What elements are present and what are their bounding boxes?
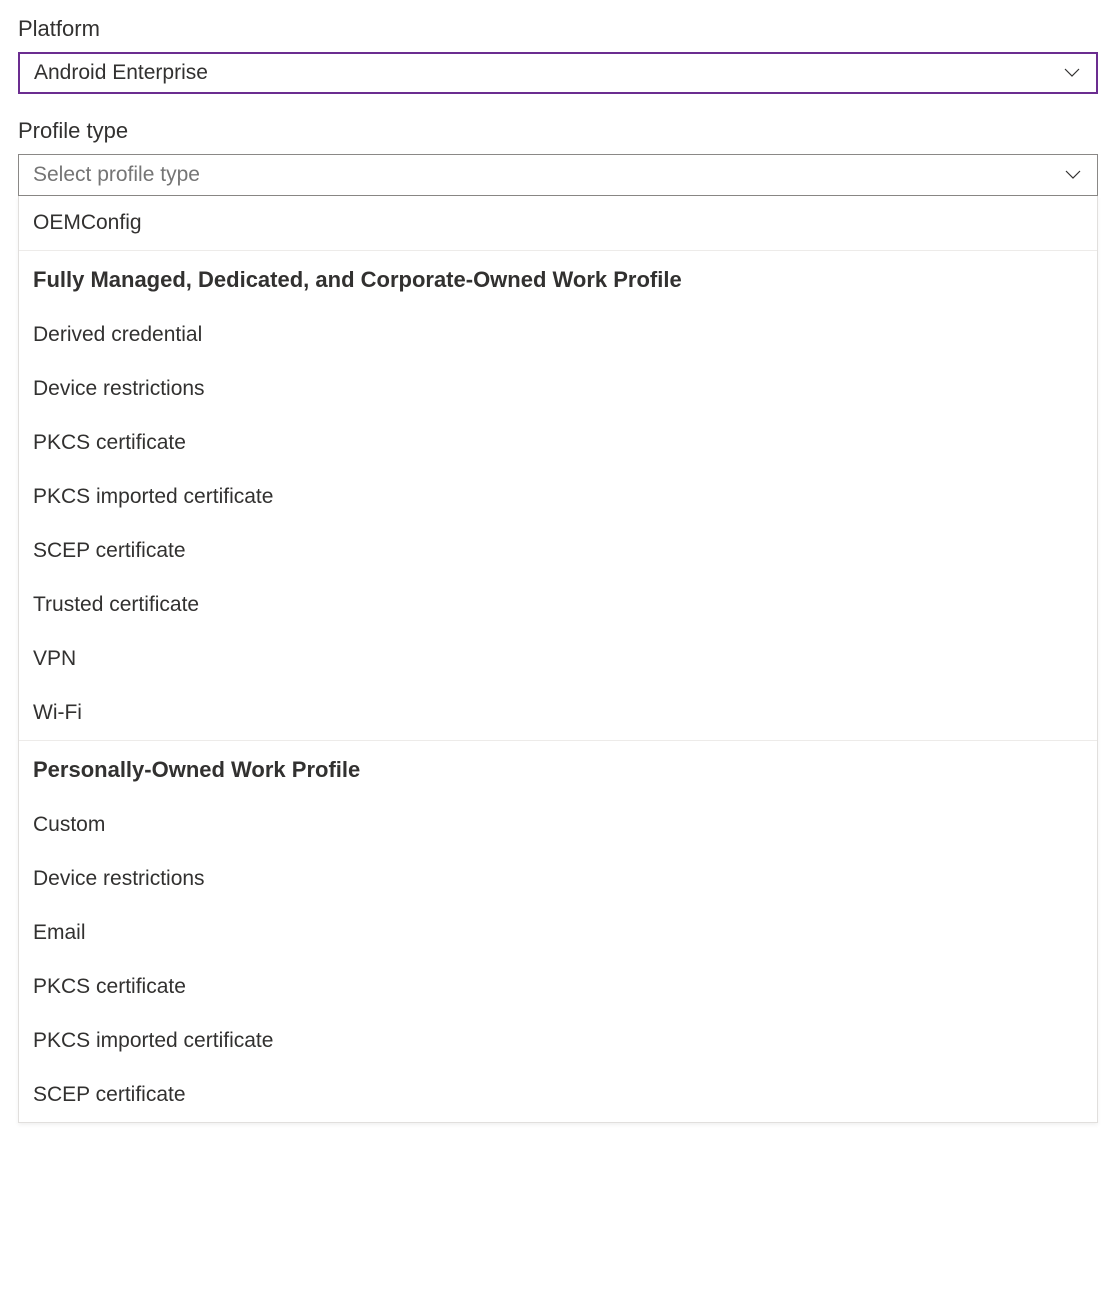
dropdown-option[interactable]: Custom <box>19 798 1097 852</box>
dropdown-option[interactable]: Derived credential <box>19 308 1097 362</box>
platform-select[interactable]: Android Enterprise <box>18 52 1098 94</box>
chevron-down-icon <box>1063 165 1083 185</box>
profile-type-select[interactable]: Select profile type <box>18 154 1098 196</box>
platform-select-value: Android Enterprise <box>34 61 1062 85</box>
profile-type-field: Profile type Select profile type OEMConf… <box>18 118 1098 1123</box>
dropdown-option[interactable]: SCEP certificate <box>19 524 1097 578</box>
dropdown-option[interactable]: Email <box>19 906 1097 960</box>
dropdown-option[interactable]: VPN <box>19 632 1097 686</box>
dropdown-option[interactable]: PKCS certificate <box>19 416 1097 470</box>
platform-field: Platform Android Enterprise <box>18 16 1098 94</box>
dropdown-group-header: Personally-Owned Work Profile <box>19 740 1097 798</box>
chevron-down-icon <box>1062 63 1082 83</box>
dropdown-option[interactable]: Device restrictions <box>19 362 1097 416</box>
dropdown-option[interactable]: Trusted certificate <box>19 578 1097 632</box>
profile-type-label: Profile type <box>18 118 1098 144</box>
dropdown-group-header: Fully Managed, Dedicated, and Corporate-… <box>19 251 1097 308</box>
profile-type-dropdown[interactable]: OEMConfigFully Managed, Dedicated, and C… <box>18 196 1098 1123</box>
dropdown-option[interactable]: Device restrictions <box>19 852 1097 906</box>
profile-type-placeholder: Select profile type <box>33 163 1063 187</box>
dropdown-option[interactable]: PKCS imported certificate <box>19 470 1097 524</box>
dropdown-option[interactable]: SCEP certificate <box>19 1068 1097 1122</box>
dropdown-option[interactable]: PKCS imported certificate <box>19 1014 1097 1068</box>
dropdown-option[interactable]: Wi-Fi <box>19 686 1097 740</box>
dropdown-option[interactable]: OEMConfig <box>19 196 1097 251</box>
dropdown-option[interactable]: PKCS certificate <box>19 960 1097 1014</box>
platform-label: Platform <box>18 16 1098 42</box>
